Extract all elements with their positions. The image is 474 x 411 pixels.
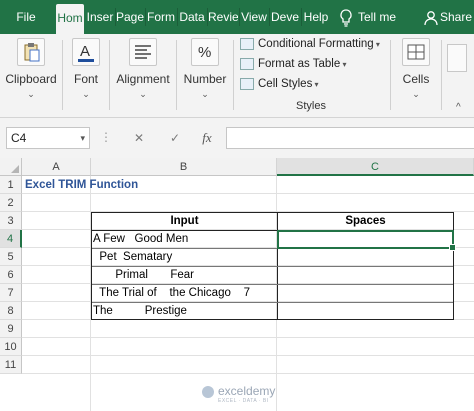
alignment-group[interactable]: Alignment ⌄ xyxy=(110,34,176,118)
tab-formulas[interactable]: Form xyxy=(146,0,176,34)
align-icon xyxy=(129,38,157,66)
cells-icon xyxy=(402,38,430,66)
row-header-11[interactable]: 11 xyxy=(0,356,22,374)
tab-view[interactable]: View xyxy=(240,0,268,34)
clipboard-icon xyxy=(17,38,45,66)
share-button[interactable]: Share xyxy=(440,0,474,34)
conditional-formatting-button[interactable]: Conditional Formatting ▾ xyxy=(240,38,380,56)
row-header-9[interactable]: 9 xyxy=(0,320,22,338)
sheet-title-cell[interactable]: Excel TRIM Function xyxy=(25,176,275,194)
tell-me-search[interactable]: Tell me xyxy=(358,0,406,34)
watermark-tagline: EXCEL · DATA · BI xyxy=(218,398,269,404)
insert-function-icon[interactable]: fx xyxy=(196,127,218,149)
tab-insert[interactable]: Inser xyxy=(86,0,114,34)
format-as-table-button[interactable]: Format as Table ▾ xyxy=(240,58,347,76)
cells-label: Cells xyxy=(402,72,430,86)
number-group[interactable]: % Number ⌄ xyxy=(177,34,233,118)
cell-styles-button[interactable]: Cell Styles ▾ xyxy=(240,78,319,96)
svg-text:%: % xyxy=(198,44,211,61)
row-header-3[interactable]: 3 xyxy=(0,212,22,230)
percent-icon: % xyxy=(191,38,219,66)
name-box[interactable]: C4 ▾ xyxy=(6,127,90,149)
tab-home[interactable]: Hom xyxy=(56,4,84,34)
share-icon[interactable] xyxy=(422,0,440,34)
conditional-formatting-icon xyxy=(240,38,254,50)
input-cell-b7[interactable]: The Trial of the Chicago 7 xyxy=(93,284,275,302)
clipboard-group[interactable]: Clipboard ⌄ xyxy=(0,34,62,118)
exceldemy-watermark: exceldemy EXCEL · DATA · BI xyxy=(202,384,275,406)
tab-review[interactable]: Revie xyxy=(208,0,238,34)
header-input-cell[interactable]: Input xyxy=(92,212,277,230)
active-cell-c4[interactable] xyxy=(277,230,456,251)
cells-group[interactable]: Cells ⌄ xyxy=(391,34,441,118)
formula-input[interactable] xyxy=(226,127,474,149)
ribbon-tab-bar: File Hom Inser Page Form Data Revie View… xyxy=(0,0,474,34)
chevron-down-icon: ⌄ xyxy=(201,89,209,99)
font-label: Font xyxy=(73,72,98,86)
number-label: Number xyxy=(183,72,227,86)
table-icon xyxy=(240,58,254,70)
chevron-down-icon: ▾ xyxy=(80,133,85,143)
row-header-5[interactable]: 5 xyxy=(0,248,22,266)
lightbulb-icon[interactable] xyxy=(336,0,356,34)
column-header-c[interactable]: C xyxy=(277,158,474,176)
exceldemy-logo-icon xyxy=(202,385,214,398)
chevron-down-icon: ⌄ xyxy=(139,89,147,99)
cancel-icon[interactable]: ✕ xyxy=(128,127,150,149)
alignment-label: Alignment xyxy=(116,72,170,86)
ribbon-home: Clipboard ⌄ A Font ⌄ Alignment ⌄ % Numbe… xyxy=(0,34,474,118)
row-header-10[interactable]: 10 xyxy=(0,338,22,356)
font-color-icon: A xyxy=(72,38,100,66)
tab-page-layout[interactable]: Page xyxy=(116,0,144,34)
styles-group-label: Styles xyxy=(296,100,326,112)
select-all-button[interactable] xyxy=(0,158,22,176)
row-header-4[interactable]: 4 xyxy=(0,230,22,248)
chevron-down-icon: ⌄ xyxy=(412,89,420,99)
row-header-2[interactable]: 2 xyxy=(0,194,22,212)
row-header-1[interactable]: 1 xyxy=(0,176,22,194)
row-header-7[interactable]: 7 xyxy=(0,284,22,302)
input-cell-b5[interactable]: Pet Sematary xyxy=(93,248,275,266)
svg-text:A: A xyxy=(80,43,90,60)
group-divider xyxy=(233,40,234,110)
vertical-dots-icon: ⋮ xyxy=(100,130,112,144)
row-header-6[interactable]: 6 xyxy=(0,266,22,284)
cell-styles-icon xyxy=(240,78,254,90)
header-spaces-cell[interactable]: Spaces xyxy=(278,212,453,230)
font-group[interactable]: A Font ⌄ xyxy=(63,34,109,118)
editing-icon[interactable] xyxy=(447,44,467,72)
row-header-8[interactable]: 8 xyxy=(0,302,22,320)
collapse-ribbon-icon[interactable]: ^ xyxy=(456,102,461,113)
input-cell-b4[interactable]: A Few Good Men xyxy=(93,230,275,248)
enter-icon[interactable]: ✓ xyxy=(164,127,186,149)
tab-file[interactable]: File xyxy=(6,0,46,34)
clipboard-label: Clipboard xyxy=(5,72,57,86)
input-cell-b8[interactable]: The Prestige xyxy=(93,302,275,320)
chevron-down-icon: ⌄ xyxy=(27,89,35,99)
tab-help[interactable]: Help xyxy=(302,0,330,34)
group-divider xyxy=(441,40,442,110)
chevron-down-icon: ⌄ xyxy=(82,89,90,99)
tab-data[interactable]: Data xyxy=(178,0,206,34)
column-header-b[interactable]: B xyxy=(91,158,277,176)
formula-bar: C4 ▾ ⋮ ✕ ✓ fx xyxy=(0,118,474,158)
column-header-a[interactable]: A xyxy=(22,158,91,176)
input-cell-b6[interactable]: Primal Fear xyxy=(93,266,275,284)
tab-developer[interactable]: Deve xyxy=(270,0,300,34)
